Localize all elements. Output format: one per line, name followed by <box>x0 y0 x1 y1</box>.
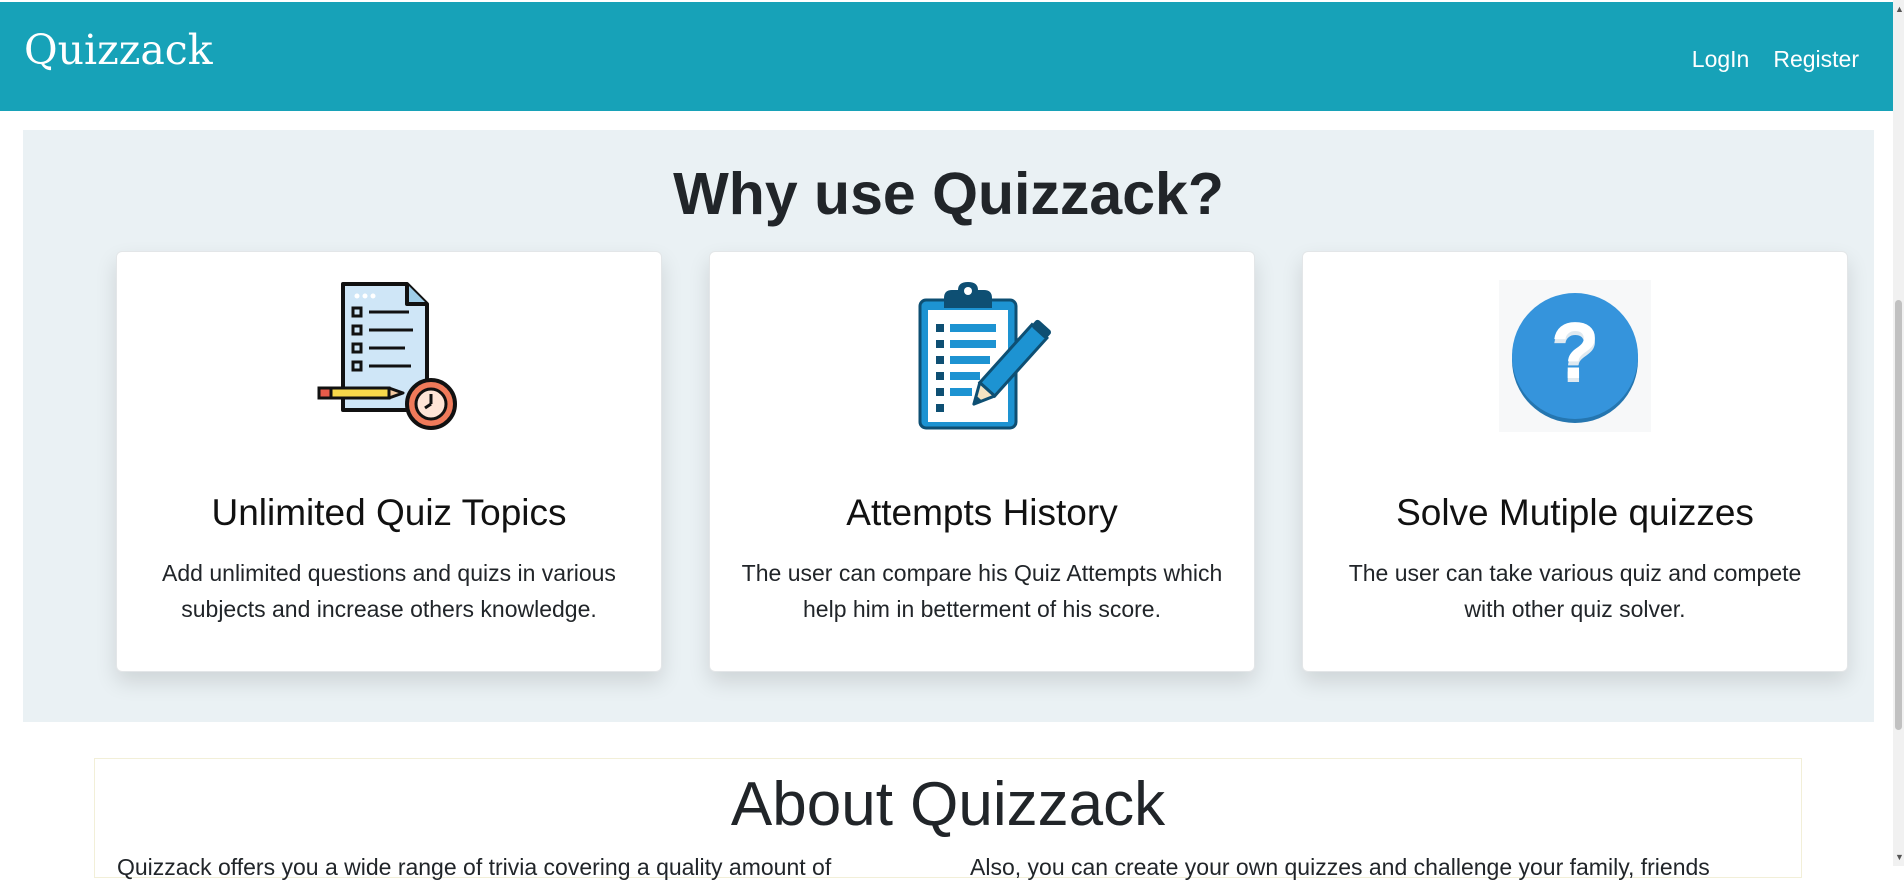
why-section-title: Why use Quizzack? <box>673 161 1224 227</box>
feature-card-unlimited-topics: Unlimited Quiz Topics Add unlimited ques… <box>116 251 662 672</box>
card-text: The user can compare his Quiz Attempts w… <box>741 560 1223 622</box>
about-text-left: Quizzack offers you a wide range of triv… <box>117 854 832 880</box>
nav-links: LogIn Register <box>1692 46 1859 73</box>
login-link[interactable]: LogIn <box>1692 46 1750 73</box>
clipboard-pencil-icon <box>918 282 1051 430</box>
scroll-down-arrow-icon[interactable]: ▼ <box>1895 852 1904 862</box>
about-section: About Quizzack Quizzack offers you a wid… <box>94 758 1802 880</box>
why-section: Why use Quizzack? Unlimited Quiz Topics … <box>23 130 1874 722</box>
scrollbar-thumb[interactable] <box>1895 300 1902 730</box>
card-title: Unlimited Quiz Topics <box>211 492 567 533</box>
svg-text:?: ? <box>1551 306 1600 395</box>
quiz-document-clock-icon <box>317 282 457 430</box>
top-navbar: Quizzack LogIn Register <box>0 2 1893 111</box>
about-section-title: About Quizzack <box>730 770 1166 839</box>
question-circle-icon: ? ? <box>1499 280 1651 432</box>
card-title: Solve Mutiple quizzes <box>1396 492 1754 533</box>
brand-logo-link[interactable]: Quizzack <box>24 26 213 74</box>
card-text: Add unlimited questions and quizs in var… <box>162 560 616 622</box>
page: Quizzack LogIn Register Why use Quizzack… <box>0 0 1904 880</box>
page-scrollbar[interactable]: ▲ ▼ <box>1893 0 1904 866</box>
feature-card-solve-multiple: ? ? Solve Mutiple quizzes The user can t… <box>1302 251 1848 672</box>
card-text: The user can take various quiz and compe… <box>1348 560 1802 622</box>
register-link[interactable]: Register <box>1773 46 1859 73</box>
feature-card-attempts-history: Attempts History The user can compare hi… <box>709 251 1255 672</box>
scroll-up-arrow-icon[interactable]: ▲ <box>1895 4 1904 14</box>
card-title: Attempts History <box>846 492 1118 533</box>
about-text-right: Also, you can create your own quizzes an… <box>970 854 1710 880</box>
